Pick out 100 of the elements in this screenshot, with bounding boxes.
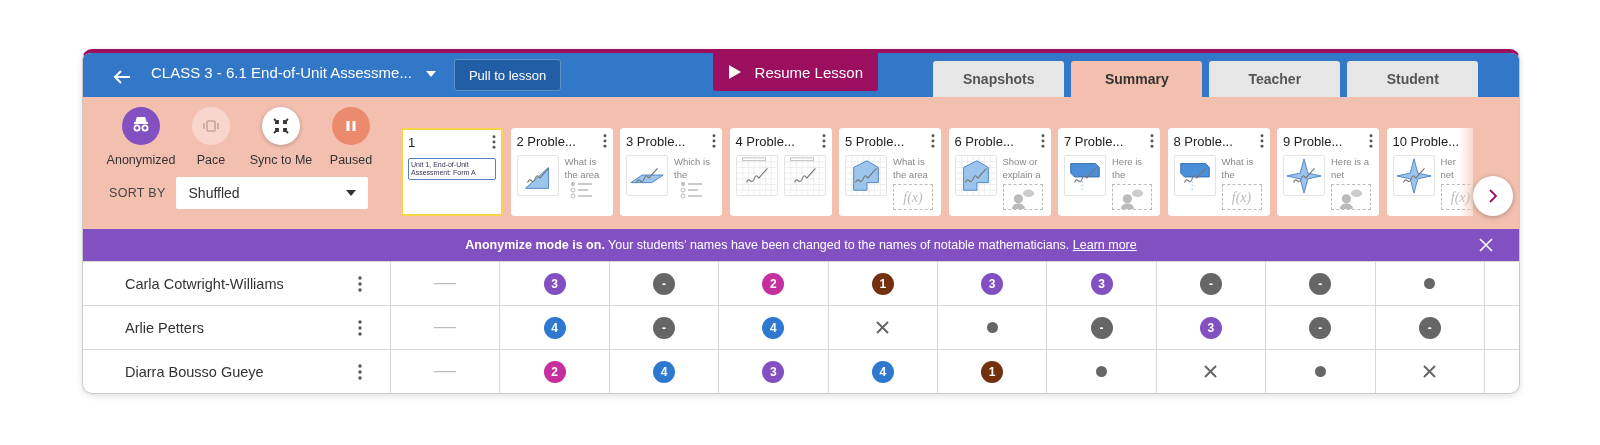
discussion-icon [1331,184,1371,210]
empty-dash-icon [434,370,457,373]
thumbnail-drawing [954,155,997,196]
slide-prompt: Here is a [1331,155,1370,168]
skipped-badge: - [1309,316,1332,339]
slide-card[interactable]: 3 Proble... Which is the [620,128,722,216]
close-icon[interactable] [1479,238,1493,252]
slide-prompt: Her [1440,155,1457,168]
score-badge: 3 [1090,272,1113,295]
more-icon[interactable] [1259,134,1264,148]
tab[interactable]: Teacher [1209,61,1341,97]
resume-lesson-button[interactable]: Resume Lesson [713,53,879,91]
more-icon[interactable] [602,134,607,148]
more-icon[interactable] [821,134,826,148]
learn-more-link[interactable]: Learn more [1072,238,1137,252]
score-badge: 3 [762,360,785,383]
slide-card[interactable]: 10 Proble... Her net f(x) [1386,128,1473,216]
student-name: Arlie Petters [125,319,204,336]
more-icon[interactable] [358,363,362,380]
slide-prompt: explain a [1002,168,1042,181]
slide-title: 3 Proble... [626,133,686,149]
toolbar-toggle[interactable]: Pace [179,107,243,167]
more-icon[interactable] [358,275,362,292]
score-badge: 3 [981,272,1004,295]
back-icon[interactable] [113,70,131,84]
thumbnail-drawing [626,155,668,196]
skipped-badge: - [652,272,675,295]
score-badge: 2 [762,272,785,295]
slide-prompt: What is [893,155,926,168]
slide-card[interactable]: 9 Proble... Here is a net [1277,128,1379,216]
pull-to-lesson-button[interactable]: Pull to lesson [453,59,562,91]
score-badge: 4 [762,316,785,339]
slide-card[interactable]: 8 Proble... What is the f(x) [1167,128,1270,216]
student-name: Diarra Bousso Gueye [125,363,264,380]
anonymize-notice: Anonymize mode is on. Your students’ names have been changed to the names of notable mathematicians. Learn more [465,238,1137,252]
multiple-choice-icon [569,181,594,199]
more-icon[interactable] [712,134,716,148]
caret-icon[interactable] [425,71,436,77]
more-icon[interactable] [1040,134,1045,148]
toolbar-toggle[interactable]: Sync to Me [249,107,313,167]
sort-dropdown[interactable]: Shuffled [175,177,368,209]
cross-icon [876,321,890,334]
slide-card[interactable]: 5 Proble... What is the area f(x) [839,128,941,216]
slide-title: 4 Proble... [735,133,795,149]
score-badge: 1 [871,272,894,295]
score-badge: 3 [543,272,566,295]
more-icon[interactable] [492,135,496,149]
slide-prompt: What is [564,155,598,168]
thumbnail-drawing [1392,155,1435,196]
more-icon[interactable] [1150,134,1154,148]
next-button[interactable] [1473,176,1513,216]
lesson-title[interactable]: CLASS 3 - 6.1 End-of-Unit Assessme... [151,63,412,83]
slide-prompt: What is [1221,155,1255,168]
slide-card[interactable]: 6 Proble... Show or explain a [948,128,1051,216]
skipped-badge: - [1418,316,1441,339]
slide-prompt: Show or [1002,155,1039,168]
discussion-icon [1002,184,1043,210]
sort-label: SORT BY [109,186,166,200]
slide-title: 6 Proble... [954,133,1014,149]
tab[interactable]: Student [1347,61,1479,97]
slide-title: 9 Proble... [1283,133,1343,149]
score-badge: 1 [981,360,1004,383]
score-badge: 4 [543,316,566,339]
score-badge: 4 [652,360,675,383]
formula-response: f(x) [893,184,933,210]
empty-dash-icon [434,282,457,285]
tab[interactable]: Snapshots [933,61,1065,97]
dot-icon [1096,366,1108,377]
dot-icon [1424,278,1436,289]
more-icon[interactable] [931,134,935,148]
chevron-right-icon [1488,188,1498,204]
slide-title: 1 [408,134,416,150]
slide-card[interactable]: 7 Proble... Here is the [1058,128,1160,216]
dot-icon [986,322,998,333]
thumbnail-drawing [735,155,778,196]
skipped-badge: - [1090,316,1113,339]
skipped-badge: - [652,316,675,339]
slide-title: 10 Proble... [1392,133,1459,149]
slide-prompt: Which is [674,155,710,168]
slide-prompt: the area [564,168,600,181]
dot-icon [1314,366,1326,377]
cross-icon [1204,365,1218,378]
thumbnail-drawing [845,155,887,196]
more-icon[interactable] [358,319,362,336]
tab[interactable]: Summary [1071,61,1203,97]
play-icon [728,65,741,79]
slide-prompt: the [674,168,689,181]
thumbnail-drawing [1283,155,1325,196]
formula-response: f(x) [1221,184,1262,210]
thumbnail-drawing [516,155,559,196]
slide-card[interactable]: 4 Proble... [729,128,832,216]
skipped-badge: - [1199,272,1222,295]
slide-prompt: Here is [1112,155,1144,168]
slide-card[interactable]: 2 Proble... What is the area [510,128,613,216]
score-badge: 2 [543,360,566,383]
more-icon[interactable] [1369,134,1373,148]
slide-prompt: the [1112,168,1127,181]
student-name: Carla Cotwright-Williams [125,275,284,292]
skipped-badge: - [1309,272,1332,295]
toolbar-toggle[interactable]: Paused [319,107,383,167]
